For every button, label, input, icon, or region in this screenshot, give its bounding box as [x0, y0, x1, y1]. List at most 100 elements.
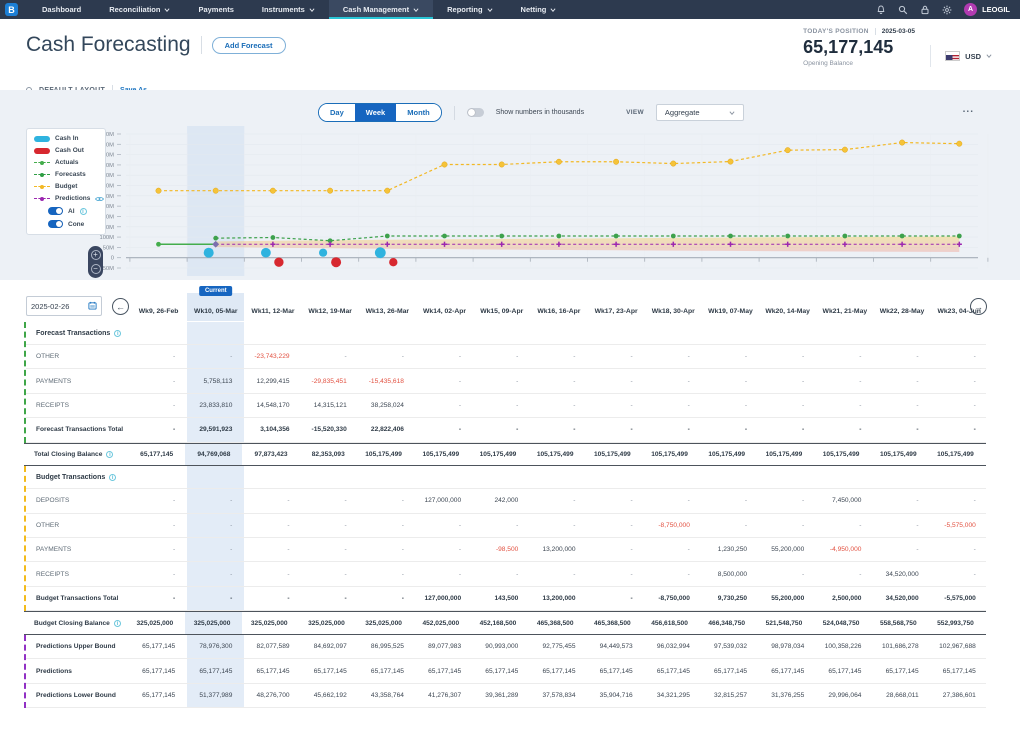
app-logo[interactable]: B: [5, 3, 18, 16]
nav-item-instruments[interactable]: Instruments: [248, 0, 329, 19]
week-column-header[interactable]: Wk11, 12-Mar: [244, 293, 301, 321]
forecast-transactions-group: Forecast TransactionsiOTHER---23,743,229…: [24, 322, 986, 443]
nav-item-cash-management[interactable]: Cash Management: [329, 0, 433, 19]
value-cell: 86,995,525: [359, 635, 416, 658]
value-cell: -: [244, 489, 301, 512]
view-select[interactable]: Aggregate: [656, 104, 744, 121]
nav-item-reporting[interactable]: Reporting: [433, 0, 506, 19]
info-icon[interactable]: i: [114, 620, 121, 627]
period-toggle: DayWeekMonth: [318, 103, 442, 122]
user-menu[interactable]: A LEOGIL: [964, 3, 1010, 16]
week-column-header[interactable]: Wk18, 30-Apr: [645, 293, 702, 321]
date-picker-input[interactable]: 2025-02-26: [26, 296, 102, 316]
table-row-other: OTHER----------8,750,000-----5,575,000: [26, 514, 986, 538]
chevron-down-icon: [550, 7, 556, 13]
value-cell: -: [931, 418, 988, 442]
legend-label: Predictions: [55, 195, 90, 202]
week-column-header[interactable]: Wk20, 14-May: [759, 293, 816, 321]
cone-toggle[interactable]: [48, 220, 63, 228]
week-column-header[interactable]: Wk12, 19-Mar: [302, 293, 359, 321]
more-options-button[interactable]: ...: [963, 104, 974, 115]
week-column-header[interactable]: Wk15, 09-Apr: [473, 293, 530, 321]
period-option-month[interactable]: Month: [396, 104, 441, 121]
row-label-text: Predictions Upper Bound: [36, 643, 116, 650]
value-cell: -: [645, 369, 702, 392]
legend-item-actuals: Actuals: [34, 159, 98, 166]
row-label: OTHER: [26, 353, 130, 360]
calendar-icon[interactable]: [88, 301, 97, 312]
week-column-label: Wk11, 12-Mar: [251, 308, 294, 315]
chart-controls: DayWeekMonth Show numbers in thousands V…: [318, 103, 744, 122]
bell-icon[interactable]: [876, 5, 886, 15]
chevron-down-icon: [309, 7, 315, 13]
value-cell: 456,618,500: [643, 612, 700, 634]
cash-in-bubble: [319, 249, 327, 257]
value-cell: -: [816, 345, 873, 368]
nav-item-reconciliation[interactable]: Reconciliation: [95, 0, 184, 19]
ai-toggle[interactable]: [48, 207, 63, 215]
week-column-label: Wk22, 28-May: [880, 308, 925, 315]
zoom-in-button[interactable]: +: [91, 250, 101, 260]
value-cell: 65,177,145: [759, 659, 816, 682]
value-cell: -: [931, 369, 988, 392]
week-column-header[interactable]: CurrentWk10, 05-Mar: [187, 293, 244, 321]
week-column-header[interactable]: Wk14, 02-Apr: [416, 293, 473, 321]
value-cell: [873, 322, 930, 344]
zoom-out-button[interactable]: −: [91, 264, 101, 274]
nav-item-dashboard[interactable]: Dashboard: [28, 0, 95, 19]
value-cell: 23,833,810: [187, 394, 244, 417]
info-icon[interactable]: i: [109, 474, 116, 481]
value-cell: [130, 466, 187, 488]
cash-forecasting-page: B DashboardReconciliationPaymentsInstrum…: [0, 0, 1020, 753]
currency-selector[interactable]: USD: [930, 45, 992, 67]
value-cell: -: [759, 514, 816, 537]
value-cell: 29,996,064: [816, 684, 873, 707]
value-cell: -: [702, 489, 759, 512]
week-column-header[interactable]: Wk9, 26-Feb: [130, 293, 187, 321]
position-date: 2025-03-05: [875, 28, 915, 35]
table-row-forecast-transactions-total: Forecast Transactions Total-29,591,9233,…: [26, 418, 986, 443]
value-cell: 29,591,923: [187, 418, 244, 442]
value-cell: 55,200,000: [759, 587, 816, 611]
table-row-predictions-lower-bound: Predictions Lower Bound65,177,14551,377,…: [26, 684, 986, 708]
budget-point: [842, 147, 847, 152]
info-icon[interactable]: i: [106, 451, 113, 458]
previous-weeks-button[interactable]: ←: [112, 298, 129, 315]
value-cell: [130, 322, 187, 344]
add-forecast-button[interactable]: Add Forecast: [212, 37, 286, 54]
period-option-week[interactable]: Week: [355, 104, 396, 121]
next-weeks-button[interactable]: →: [970, 298, 987, 315]
eye-icon[interactable]: [95, 196, 104, 202]
value-cell: -: [588, 369, 645, 392]
week-column-header[interactable]: Wk19, 07-May: [702, 293, 759, 321]
value-cell: 102,967,688: [931, 635, 988, 658]
nav-item-netting[interactable]: Netting: [507, 0, 571, 19]
legend-item-cash-out: Cash Out: [34, 147, 98, 154]
info-icon[interactable]: i: [114, 330, 121, 337]
period-option-day[interactable]: Day: [319, 104, 355, 121]
row-label: Budget Transactions Total: [26, 595, 130, 602]
value-cell: -: [530, 394, 587, 417]
value-cell: -: [759, 394, 816, 417]
week-column-header[interactable]: Wk13, 26-Mar: [359, 293, 416, 321]
info-icon[interactable]: i: [80, 208, 87, 215]
week-column-header[interactable]: Wk17, 23-Apr: [588, 293, 645, 321]
nav-item-payments[interactable]: Payments: [184, 0, 247, 19]
value-cell: 101,686,278: [873, 635, 930, 658]
value-cell: 43,358,764: [359, 684, 416, 707]
gear-icon[interactable]: [942, 5, 952, 15]
value-cell: 51,377,989: [187, 684, 244, 707]
search-icon[interactable]: [898, 5, 908, 15]
week-column-header[interactable]: Wk16, 16-Apr: [530, 293, 587, 321]
value-cell: 325,025,000: [242, 612, 299, 634]
value-cell: [588, 322, 645, 344]
avatar: A: [964, 3, 977, 16]
table-row-payments: PAYMENTS-------98,50013,200,000--1,230,2…: [26, 538, 986, 562]
cash-out-bubble: [274, 258, 283, 267]
table-row-predictions: Predictions65,177,14565,177,14565,177,14…: [26, 659, 986, 683]
lock-icon[interactable]: [920, 5, 930, 15]
week-column-header[interactable]: Wk22, 28-May: [873, 293, 930, 321]
value-cell: -: [816, 369, 873, 392]
week-column-header[interactable]: Wk21, 21-May: [816, 293, 873, 321]
thousands-toggle[interactable]: [467, 108, 484, 117]
